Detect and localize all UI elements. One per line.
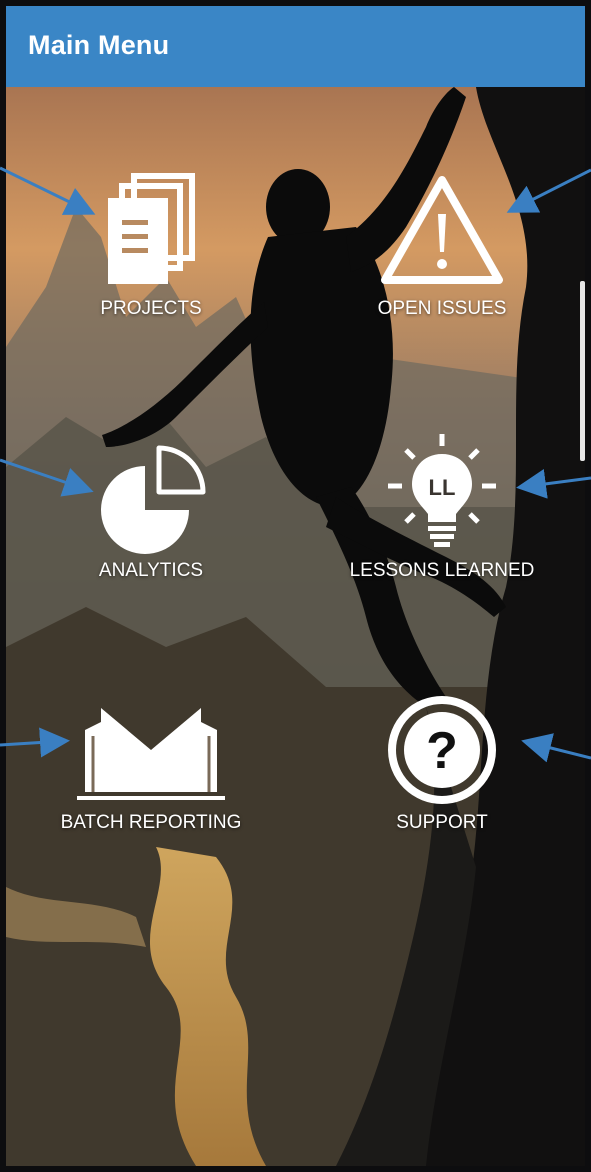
annotation-arrows [0, 166, 591, 763]
arrow-to-projects [0, 166, 96, 215]
arrow-to-analytics [0, 458, 94, 497]
arrow-to-lessons-learned [516, 469, 591, 499]
arrow-to-open-issues [506, 168, 591, 213]
arrow-to-batch-reporting [0, 727, 70, 758]
arrow-to-support [521, 733, 591, 763]
